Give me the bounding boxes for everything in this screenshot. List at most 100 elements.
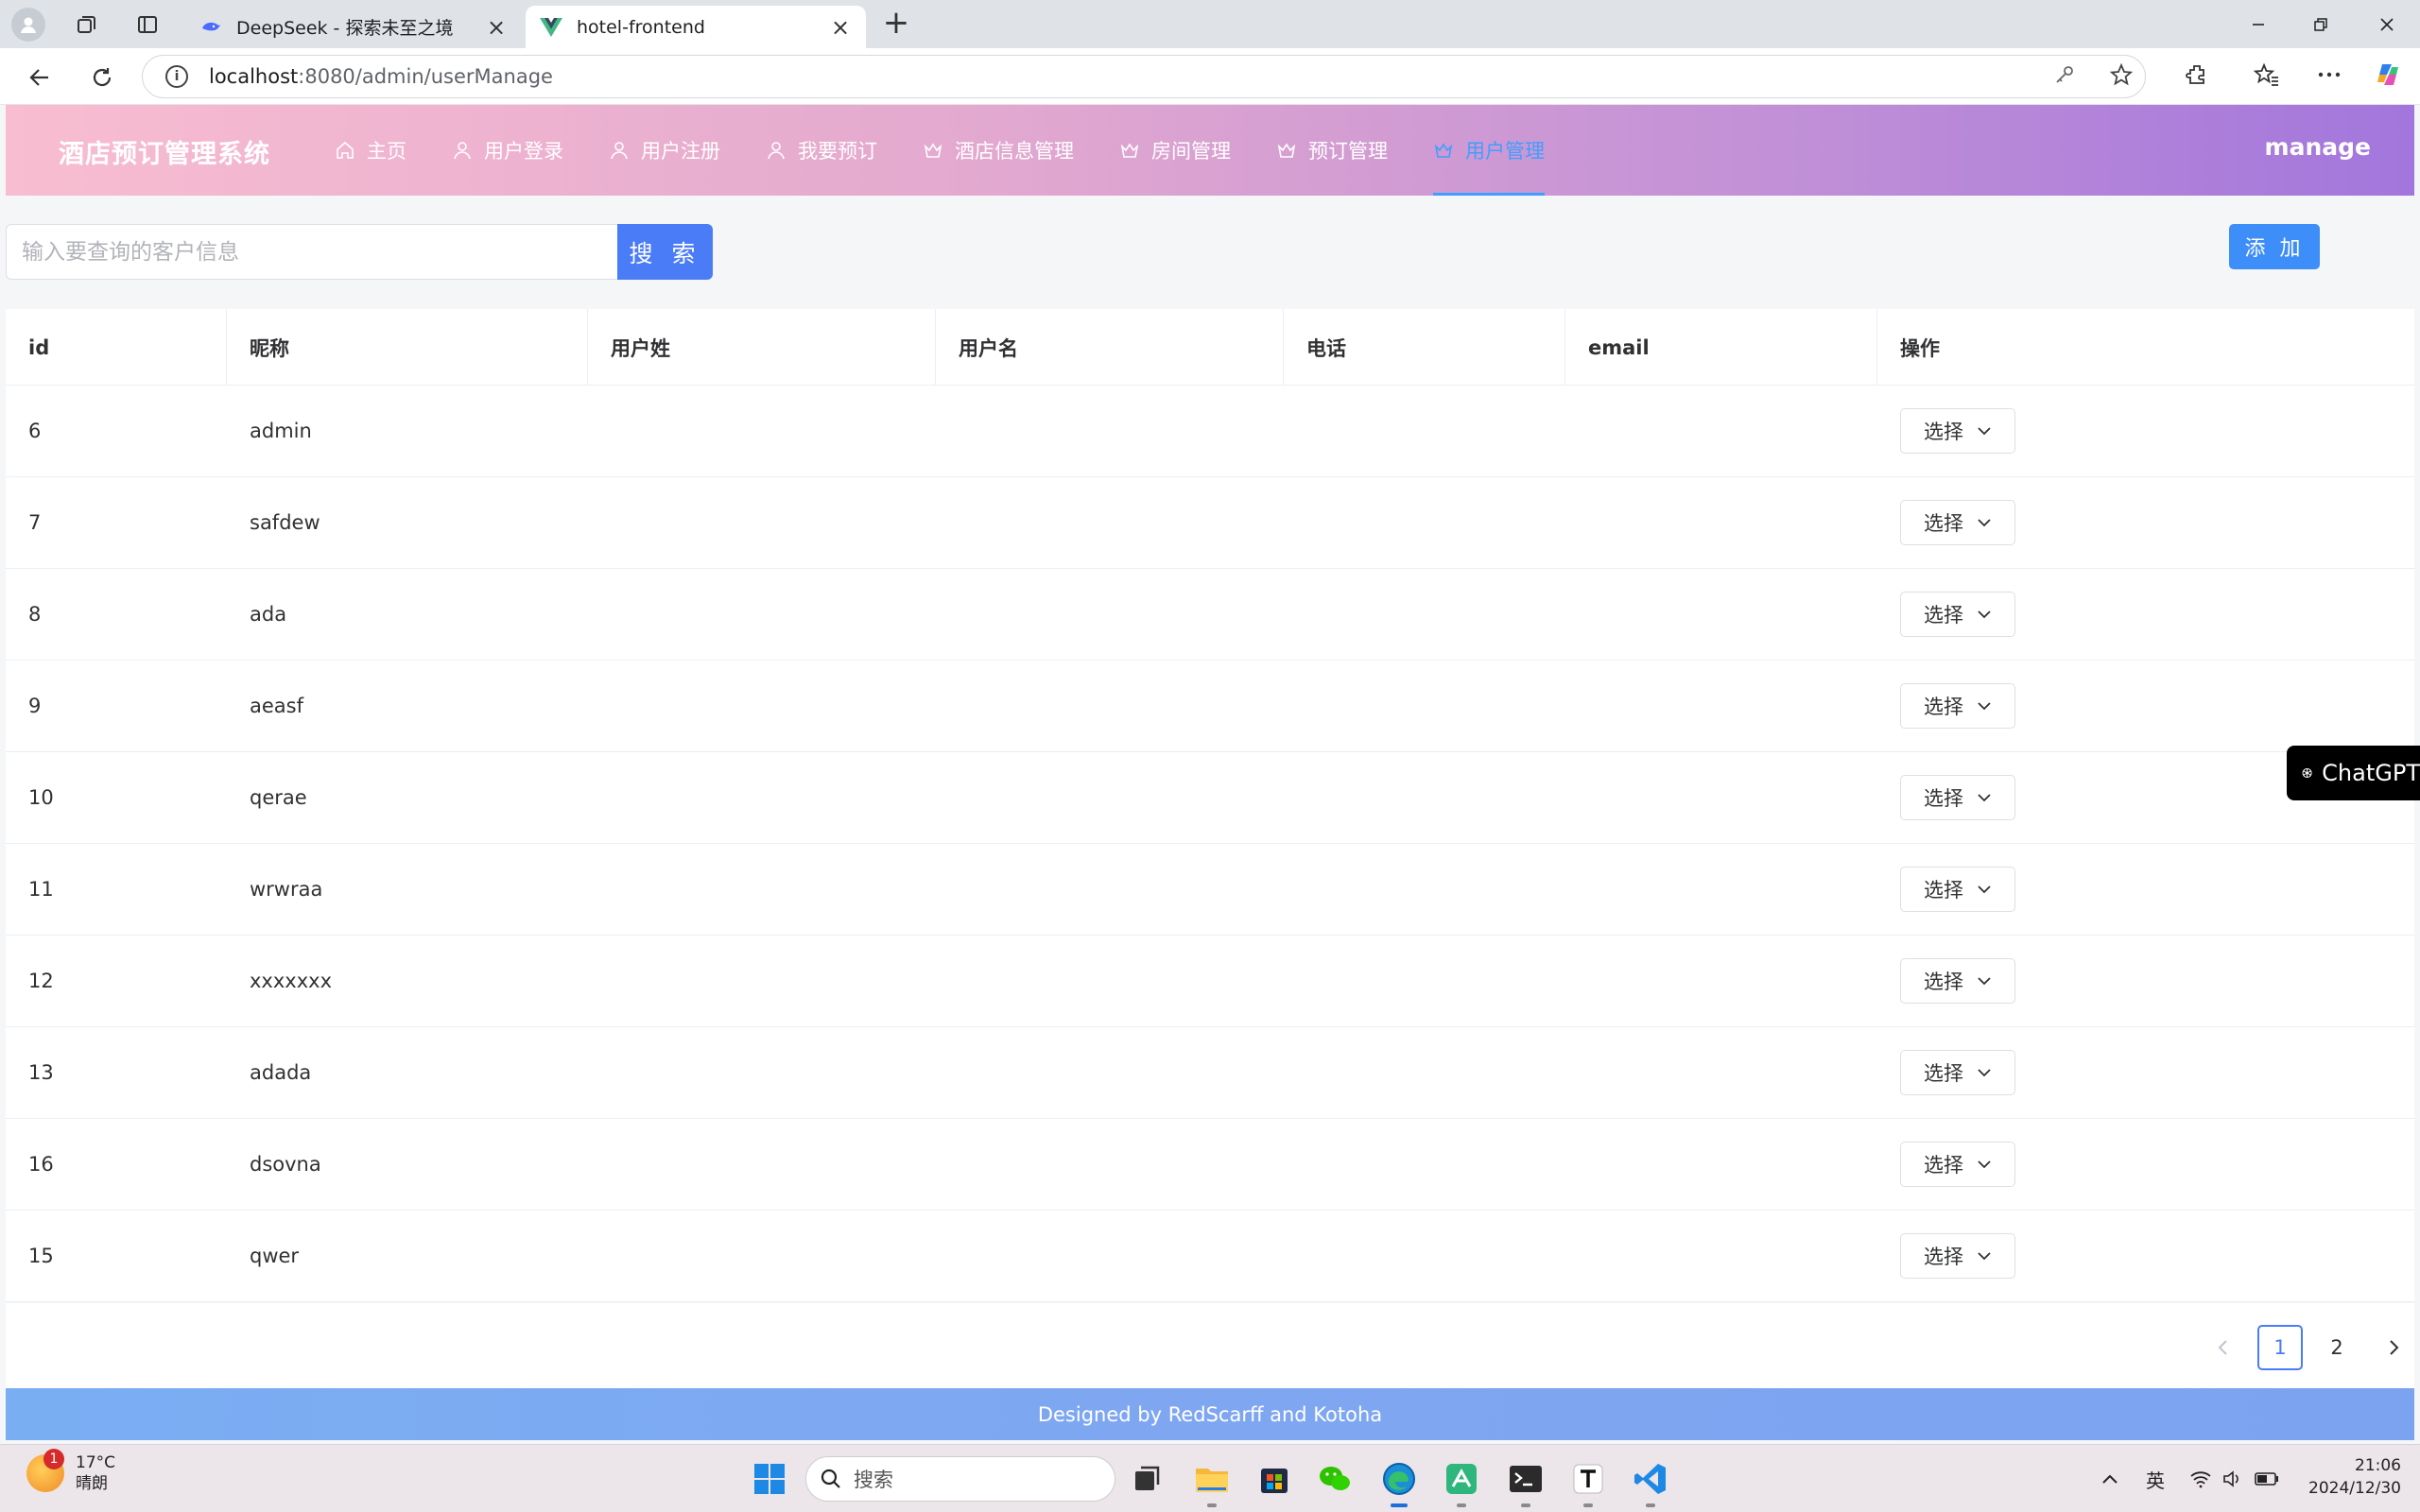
restore-button[interactable] bbox=[2288, 0, 2354, 48]
reload-button[interactable] bbox=[83, 59, 121, 96]
password-key-icon[interactable] bbox=[2048, 58, 2082, 92]
profile-button[interactable] bbox=[11, 8, 45, 42]
cell-username bbox=[936, 661, 1284, 751]
cell-surname bbox=[588, 752, 936, 843]
chevron-down-icon bbox=[1977, 976, 1992, 986]
tray-overflow-icon[interactable] bbox=[2095, 1464, 2125, 1494]
restore-icon bbox=[2314, 17, 2327, 31]
volume-icon[interactable] bbox=[2218, 1464, 2248, 1494]
user-icon bbox=[452, 140, 473, 161]
clock-time: 21:06 bbox=[2355, 1456, 2401, 1475]
running-indicator bbox=[1583, 1503, 1593, 1507]
menu-item-home[interactable]: 主页 bbox=[312, 105, 429, 196]
windows-taskbar: 1 17°C 晴朗 搜索 英 21:06 2024/12/30 bbox=[0, 1444, 2420, 1512]
url-bar[interactable]: i localhost:8080/admin/userManage bbox=[142, 55, 2146, 98]
select-dropdown-button[interactable]: 选择 bbox=[1900, 1050, 2015, 1095]
typora-button[interactable] bbox=[1565, 1456, 1611, 1507]
browser-tab-strip: DeepSeek - 探索未至之境 × hotel-frontend × + bbox=[0, 0, 2420, 48]
edge-button[interactable] bbox=[1376, 1456, 1422, 1507]
select-label: 选择 bbox=[1924, 421, 1963, 443]
search-button[interactable]: 搜 索 bbox=[617, 224, 713, 280]
table-row: 13 adada 选择 bbox=[6, 1027, 2414, 1119]
select-label: 选择 bbox=[1924, 879, 1963, 902]
chatgpt-widget[interactable]: ChatGPT bbox=[2287, 746, 2420, 800]
select-dropdown-button[interactable]: 选择 bbox=[1900, 1233, 2015, 1279]
select-dropdown-button[interactable]: 选择 bbox=[1900, 592, 2015, 637]
footer-text: Designed by RedScarff and Kotoha bbox=[1037, 1402, 1383, 1426]
terminal-button[interactable] bbox=[1503, 1456, 1548, 1507]
site-info-icon[interactable]: i bbox=[165, 65, 188, 88]
select-dropdown-button[interactable]: 选择 bbox=[1900, 867, 2015, 912]
cell-phone bbox=[1284, 477, 1565, 568]
ime-indicator[interactable]: 英 bbox=[2140, 1464, 2170, 1494]
menu-item-book[interactable]: 我要预订 bbox=[743, 105, 900, 196]
menu-item-users[interactable]: 用户管理 bbox=[1410, 105, 1567, 196]
app-brand: 酒店预订管理系统 bbox=[59, 140, 270, 169]
select-label: 选择 bbox=[1924, 512, 1963, 535]
more-menu-icon[interactable] bbox=[2312, 58, 2346, 92]
workspaces-button[interactable] bbox=[70, 8, 104, 42]
cell-id: 8 bbox=[28, 603, 42, 626]
cell-username bbox=[936, 1211, 1284, 1301]
select-dropdown-button[interactable]: 选择 bbox=[1900, 775, 2015, 820]
wechat-button[interactable] bbox=[1312, 1456, 1357, 1502]
tab-hotel-frontend[interactable]: hotel-frontend × bbox=[526, 6, 866, 48]
close-window-button[interactable] bbox=[2354, 0, 2420, 48]
weather-widget[interactable]: 1 17°C 晴朗 bbox=[26, 1449, 115, 1494]
vscode-button[interactable] bbox=[1628, 1456, 1673, 1507]
file-explorer-button[interactable] bbox=[1189, 1456, 1235, 1507]
cell-email bbox=[1565, 1211, 1877, 1301]
battery-icon[interactable] bbox=[2252, 1464, 2282, 1494]
select-dropdown-button[interactable]: 选择 bbox=[1900, 500, 2015, 545]
running-indicator bbox=[1457, 1503, 1466, 1507]
column-header: 用户名 bbox=[936, 309, 1284, 386]
select-dropdown-button[interactable]: 选择 bbox=[1900, 1142, 2015, 1187]
crown-icon bbox=[1119, 140, 1140, 161]
select-dropdown-button[interactable]: 选择 bbox=[1900, 683, 2015, 729]
page-1-button[interactable]: 1 bbox=[2257, 1325, 2303, 1370]
favorite-star-icon[interactable] bbox=[2104, 58, 2138, 92]
menu-item-login[interactable]: 用户登录 bbox=[429, 105, 586, 196]
new-tab-button[interactable]: + bbox=[879, 6, 913, 40]
search-input[interactable] bbox=[6, 224, 618, 280]
cell-nickname: admin bbox=[250, 420, 312, 442]
menu-label: 房间管理 bbox=[1151, 140, 1231, 163]
favorites-icon[interactable] bbox=[2250, 58, 2284, 92]
wifi-icon[interactable] bbox=[2186, 1464, 2216, 1494]
prev-page-button[interactable] bbox=[2201, 1325, 2246, 1370]
close-tab-icon[interactable]: × bbox=[484, 14, 509, 41]
cell-nickname: safdew bbox=[250, 511, 320, 534]
cell-email bbox=[1565, 752, 1877, 843]
current-user[interactable]: manage bbox=[2265, 133, 2371, 161]
menu-item-rooms[interactable]: 房间管理 bbox=[1097, 105, 1253, 196]
tab-deepseek[interactable]: DeepSeek - 探索未至之境 × bbox=[185, 6, 522, 48]
next-page-button[interactable] bbox=[2371, 1325, 2416, 1370]
select-dropdown-button[interactable]: 选择 bbox=[1900, 408, 2015, 454]
cell-email bbox=[1565, 569, 1877, 660]
start-button[interactable] bbox=[747, 1456, 792, 1502]
taskbar-search[interactable]: 搜索 bbox=[805, 1456, 1115, 1502]
add-button[interactable]: 添 加 bbox=[2229, 224, 2320, 269]
store-button[interactable] bbox=[1252, 1456, 1297, 1502]
page-2-button[interactable]: 2 bbox=[2314, 1325, 2360, 1370]
vertical-tabs-button[interactable] bbox=[130, 8, 164, 42]
menu-item-register[interactable]: 用户注册 bbox=[586, 105, 743, 196]
close-tab-icon[interactable]: × bbox=[828, 14, 853, 41]
copilot-icon[interactable] bbox=[2371, 58, 2405, 92]
cell-surname bbox=[588, 936, 936, 1026]
running-indicator bbox=[1207, 1503, 1217, 1507]
cell-surname bbox=[588, 1027, 936, 1118]
windows-logo-icon bbox=[754, 1464, 785, 1494]
menu-item-hotel-info[interactable]: 酒店信息管理 bbox=[900, 105, 1097, 196]
page-footer: Designed by RedScarff and Kotoha bbox=[6, 1388, 2414, 1440]
back-button[interactable] bbox=[21, 59, 59, 96]
minimize-button[interactable] bbox=[2225, 0, 2291, 48]
select-dropdown-button[interactable]: 选择 bbox=[1900, 958, 2015, 1004]
gitlike-app-button[interactable] bbox=[1439, 1456, 1484, 1507]
url-path: :8080/admin/userManage bbox=[298, 65, 553, 88]
task-view-button[interactable] bbox=[1125, 1456, 1170, 1502]
taskbar-clock[interactable]: 21:06 2024/12/30 bbox=[2288, 1454, 2401, 1500]
menu-item-bookings[interactable]: 预订管理 bbox=[1253, 105, 1410, 196]
cell-email bbox=[1565, 386, 1877, 476]
extensions-icon[interactable] bbox=[2180, 58, 2214, 92]
